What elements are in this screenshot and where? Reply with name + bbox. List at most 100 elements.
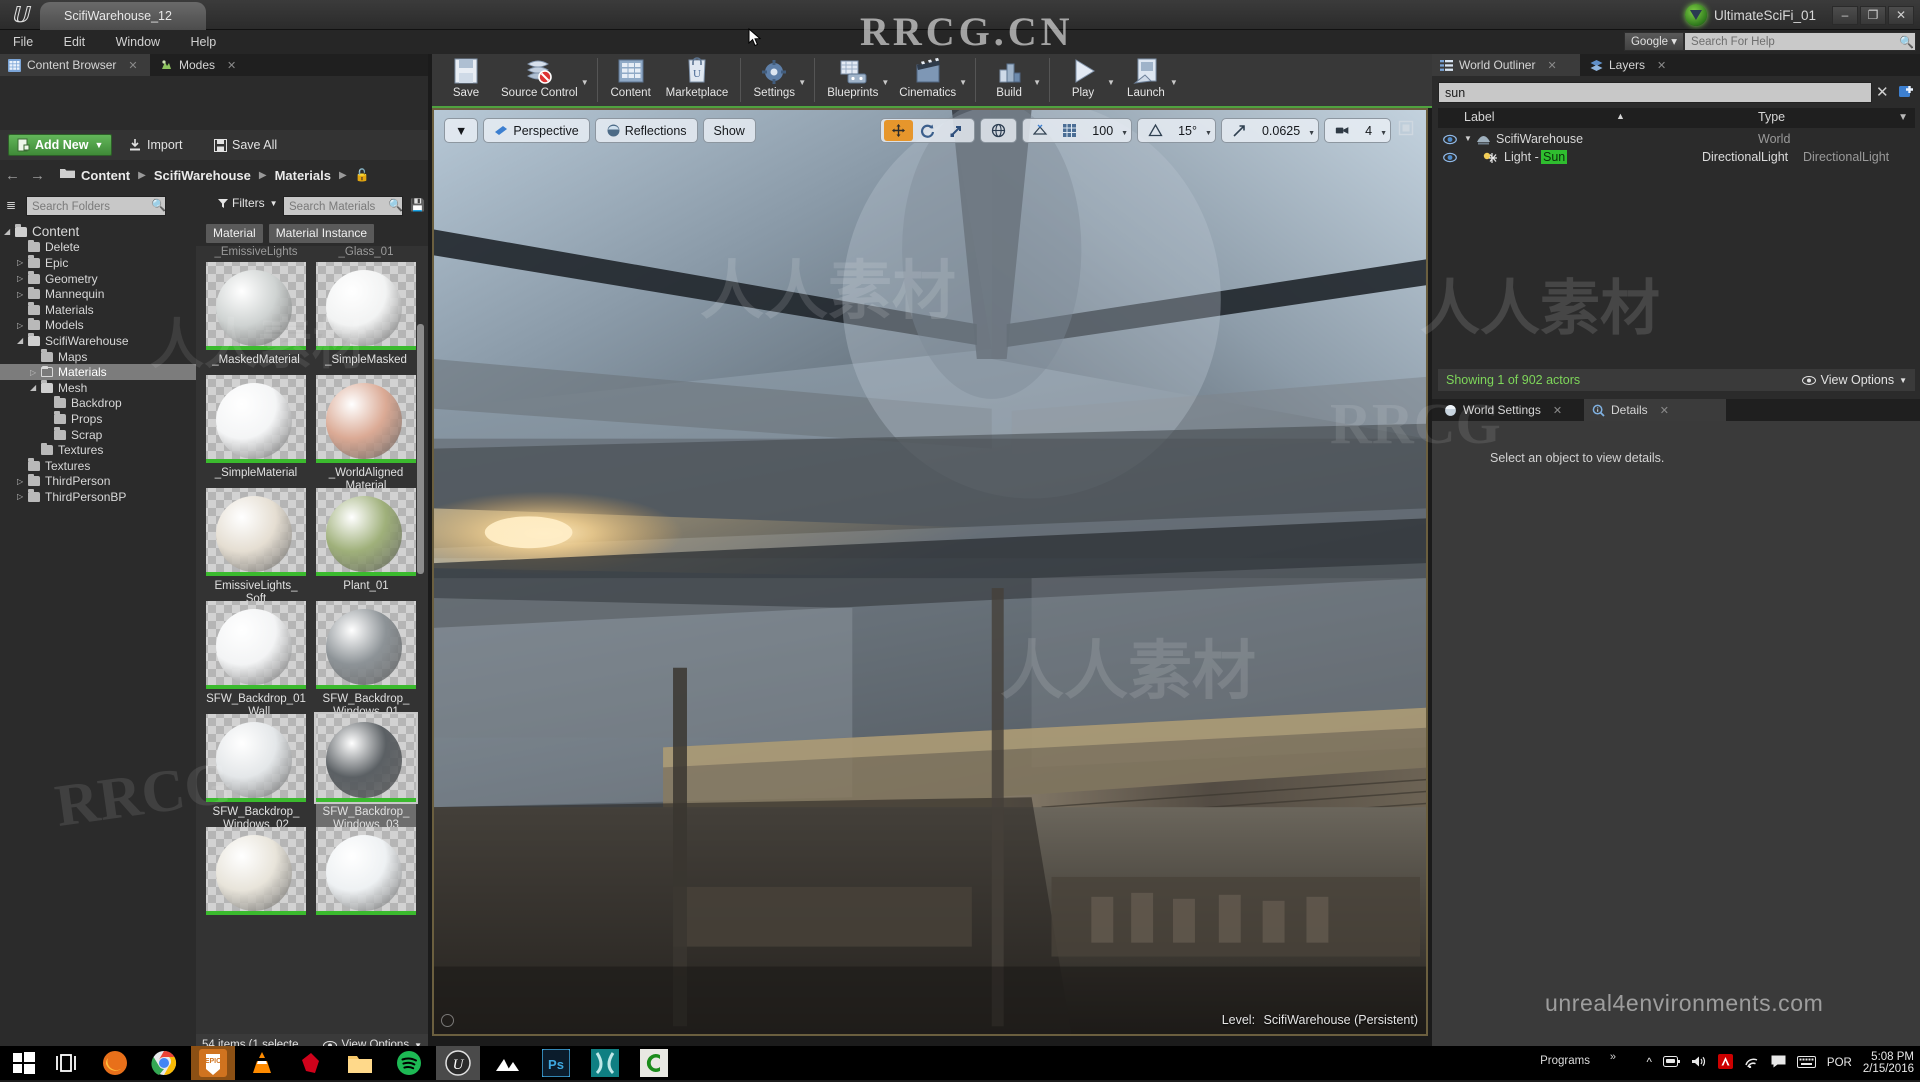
add-new-button[interactable]: Add New ▼ xyxy=(8,134,112,156)
toolbar-dropdown-arrow[interactable]: ▼ xyxy=(581,78,589,87)
help-engine-dropdown[interactable]: Google ▾ xyxy=(1624,32,1684,51)
tab-details[interactable]: Details ✕ xyxy=(1584,399,1726,421)
menu-item-edit[interactable]: Edit xyxy=(51,30,99,54)
scale-snap-value[interactable]: 0.0625 xyxy=(1254,124,1308,138)
menu-item-help[interactable]: Help xyxy=(178,30,230,54)
toolbar-dropdown-arrow[interactable]: ▼ xyxy=(1170,78,1178,87)
perspective-button[interactable]: Perspective xyxy=(487,120,585,141)
camera-speed-icon[interactable] xyxy=(1328,120,1357,141)
visibility-eye-icon[interactable] xyxy=(1443,151,1457,164)
maximize-button[interactable]: ❐ xyxy=(1860,6,1886,25)
back-icon[interactable]: ← xyxy=(5,167,20,184)
folder-tree-item-props[interactable]: Props xyxy=(0,411,196,427)
folder-tree-item-epic[interactable]: ▷Epic xyxy=(0,255,196,271)
breadcrumb-scifiwarehouse[interactable]: ScifiWarehouse xyxy=(154,168,251,183)
folder-tree-item-backdrop[interactable]: Backdrop xyxy=(0,396,196,412)
visibility-eye-icon[interactable] xyxy=(1443,133,1457,146)
chevron-down-icon[interactable]: ▼ xyxy=(1308,130,1315,137)
photoshop-lightroom-icon[interactable] xyxy=(493,1049,521,1077)
messages-icon[interactable] xyxy=(1771,1055,1786,1071)
rotate-gizmo-icon[interactable] xyxy=(913,120,942,141)
epic-games-icon[interactable]: EPIC xyxy=(191,1046,235,1080)
tab-content-browser[interactable]: Content Browser ✕ xyxy=(0,54,150,76)
chevron-up-icon[interactable]: ^ xyxy=(1647,1057,1652,1069)
folder-tree-item-geometry[interactable]: ▷Geometry xyxy=(0,271,196,287)
asset-tile[interactable]: SFW_Backdrop_01 _Wall xyxy=(206,601,306,719)
column-label[interactable]: Label xyxy=(1464,110,1495,124)
folder-tree-item-models[interactable]: ▷Models xyxy=(0,318,196,334)
filters-button[interactable]: Filters ▼ xyxy=(218,196,278,210)
folder-tree-item-materials[interactable]: Materials xyxy=(0,302,196,318)
windows-start-icon[interactable] xyxy=(10,1049,38,1077)
tab-layers[interactable]: Layers ✕ xyxy=(1582,54,1692,76)
freecad-icon[interactable] xyxy=(297,1049,325,1077)
level-viewport[interactable]: ▼ Perspective Reflections Show xyxy=(432,108,1428,1036)
import-button[interactable]: Import xyxy=(128,134,182,156)
close-button[interactable]: ✕ xyxy=(1888,6,1914,25)
asset-grid-scrollbar[interactable] xyxy=(417,324,424,574)
viewport-show-menu[interactable]: Show xyxy=(703,118,756,143)
lock-icon[interactable]: 🔓 xyxy=(355,168,370,182)
coordinate-system-toggle[interactable] xyxy=(980,118,1017,143)
chevron-down-icon[interactable]: ▼ xyxy=(448,120,474,141)
toolbar-cinematics-button[interactable]: Cinematics xyxy=(892,54,963,101)
avira-icon[interactable] xyxy=(1718,1054,1733,1072)
grid-snap-toggle[interactable] xyxy=(1055,120,1084,141)
folder-tree-item-content[interactable]: ◢Content xyxy=(0,224,196,240)
asset-tile[interactable]: _SimpleMasked xyxy=(316,262,416,367)
folder-search-input[interactable]: Search Folders xyxy=(26,196,166,216)
keyboard-icon[interactable] xyxy=(1797,1056,1816,1071)
angle-snap-value[interactable]: 15° xyxy=(1170,124,1205,138)
table-row[interactable]: Light - Sun DirectionalLight Directional… xyxy=(1438,149,1915,167)
expand-arrow-icon[interactable]: ▼ xyxy=(1464,134,1472,143)
folder-tree-item-materials[interactable]: ▷Materials xyxy=(0,364,196,380)
expand-arrow-icon[interactable]: ▷ xyxy=(17,321,28,330)
toolbar-dropdown-arrow[interactable]: ▼ xyxy=(798,78,806,87)
folder-tree-item-textures[interactable]: Textures xyxy=(0,442,196,458)
breadcrumb-content[interactable]: Content xyxy=(81,168,130,183)
expand-arrow-icon[interactable]: ▷ xyxy=(17,477,28,486)
file-explorer-icon[interactable] xyxy=(346,1049,374,1077)
tab-world-settings[interactable]: World Settings ✕ xyxy=(1436,399,1581,421)
toolbar-dropdown-arrow[interactable]: ▼ xyxy=(1033,78,1041,87)
asset-tile[interactable]: EmissiveLights_ Soft xyxy=(206,488,306,606)
toolbar-launch-button[interactable]: Launch xyxy=(1118,54,1174,101)
forward-icon[interactable]: → xyxy=(30,167,45,184)
save-all-button[interactable]: Save All xyxy=(214,134,277,156)
clear-search-icon[interactable]: ✕ xyxy=(1876,83,1889,101)
expand-arrow-icon[interactable]: ◢ xyxy=(30,383,41,392)
toolbar-play-button[interactable]: Play xyxy=(1055,54,1111,101)
globe-icon[interactable] xyxy=(984,120,1013,141)
save-search-icon[interactable]: 💾 xyxy=(410,198,425,212)
viewport-menu-dropdown[interactable]: ▼ xyxy=(444,118,478,143)
expand-arrow-icon[interactable]: ▷ xyxy=(17,290,28,299)
document-tab[interactable]: ScifiWarehouse_12 xyxy=(40,2,206,30)
expand-arrow-icon[interactable]: ▷ xyxy=(17,274,28,283)
minimize-button[interactable]: – xyxy=(1832,6,1858,25)
asset-tile[interactable] xyxy=(316,827,416,919)
expand-arrow-icon[interactable]: ◢ xyxy=(17,336,28,345)
asset-tile[interactable] xyxy=(206,827,306,919)
expand-arrow-icon[interactable]: ▷ xyxy=(17,258,28,267)
sort-ascending-icon[interactable]: ▲ xyxy=(1616,111,1625,121)
add-actor-icon[interactable] xyxy=(1898,83,1915,100)
asset-search-input[interactable]: Search Materials xyxy=(283,196,403,216)
asset-tile[interactable]: _SimpleMaterial xyxy=(206,375,306,480)
close-icon[interactable]: ✕ xyxy=(1660,404,1669,417)
vlc-icon[interactable] xyxy=(248,1049,276,1077)
folder-tree-item-maps[interactable]: Maps xyxy=(0,349,196,365)
surface-snap-icon[interactable] xyxy=(1026,120,1055,141)
toolbar-source-control-button[interactable]: Source Control xyxy=(494,54,585,101)
help-search-input[interactable]: Search For Help xyxy=(1684,32,1916,51)
table-row[interactable]: ▼ ScifiWarehouse World xyxy=(1438,131,1915,149)
asset-tile[interactable]: SFW_Backdrop_ Windows_01 xyxy=(316,601,416,719)
tab-world-outliner[interactable]: World Outliner ✕ xyxy=(1432,54,1580,76)
task-view-icon[interactable] xyxy=(52,1049,80,1077)
firefox-icon[interactable] xyxy=(101,1049,129,1077)
scale-snap-toggle[interactable] xyxy=(1225,120,1254,141)
close-icon[interactable]: ✕ xyxy=(128,59,137,72)
toolbar-save-button[interactable]: Save xyxy=(438,54,494,101)
column-type[interactable]: Type xyxy=(1758,110,1785,124)
close-icon[interactable]: ✕ xyxy=(1553,404,1562,417)
translate-gizmo-icon[interactable] xyxy=(884,120,913,141)
